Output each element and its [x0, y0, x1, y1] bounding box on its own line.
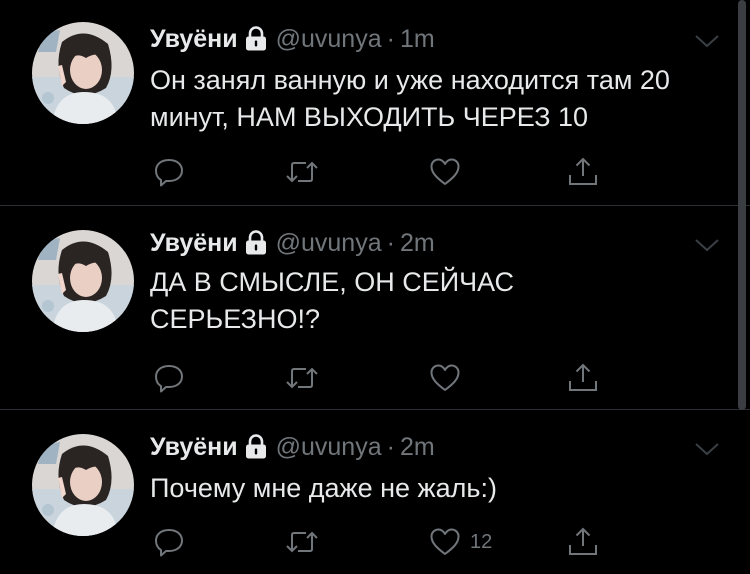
separator-dot: ·: [386, 24, 395, 53]
tweet-text: Он занял ванную и уже находится там 20 м…: [150, 65, 670, 132]
retweet-button[interactable]: [284, 525, 320, 559]
tweet-text: Почему мне даже не жаль:): [150, 473, 497, 503]
reply-icon: [155, 159, 183, 187]
separator-dot: ·: [386, 432, 395, 461]
reply-button[interactable]: [152, 361, 186, 395]
retweet-button[interactable]: [284, 361, 320, 395]
share-button[interactable]: [566, 155, 600, 189]
retweet-icon: [286, 531, 318, 553]
display-name[interactable]: Увуёни: [150, 25, 238, 54]
avatar-image: [32, 434, 134, 536]
display-name[interactable]: Увуёни: [150, 433, 238, 462]
tweet-header: Увуёни @uvunya · 2m: [150, 228, 435, 258]
display-name[interactable]: Увуёни: [150, 229, 238, 258]
tweet[interactable]: Увуёни @uvunya · 1m Он занял ванную и уж…: [0, 0, 750, 206]
chevron-down-icon[interactable]: [694, 441, 720, 457]
timestamp[interactable]: 2m: [400, 229, 435, 258]
retweet-button[interactable]: [284, 155, 320, 189]
share-icon: [569, 363, 597, 391]
tweet-header: Увуёни @uvunya · 1m: [150, 24, 435, 54]
reply-icon: [155, 365, 183, 393]
heart-icon: [430, 158, 460, 185]
like-button[interactable]: 12: [428, 525, 492, 559]
reply-button[interactable]: [152, 525, 186, 559]
heart-icon: [430, 364, 460, 391]
heart-icon: [430, 528, 460, 555]
chevron-down-icon[interactable]: [694, 33, 720, 49]
separator-dot: ·: [386, 228, 395, 257]
avatar-image: [32, 22, 134, 124]
like-button[interactable]: [428, 361, 470, 395]
share-button[interactable]: [566, 361, 600, 395]
share-icon: [569, 157, 597, 185]
share-icon: [569, 527, 597, 555]
tweet-text: ДА В СМЫСЛЕ, ОН СЕЙЧАС СЕРЬЕЗНО!?: [150, 267, 515, 334]
timeline-feed: Увуёни @uvunya · 1m Он занял ванную и уж…: [0, 0, 750, 574]
retweet-icon: [286, 161, 318, 183]
reply-icon: [155, 529, 183, 557]
tweet-actions: [150, 361, 610, 395]
tweet-actions: 12: [150, 525, 610, 559]
scrollbar[interactable]: [738, 0, 746, 410]
handle[interactable]: @uvunya: [276, 25, 382, 54]
avatar[interactable]: [32, 230, 134, 332]
share-button[interactable]: [566, 525, 600, 559]
handle[interactable]: @uvunya: [276, 433, 382, 462]
lock-icon: [245, 26, 266, 51]
tweet[interactable]: Увуёни @uvunya · 2m Почему мне даже не ж…: [0, 410, 750, 574]
tweet[interactable]: Увуёни @uvunya · 2m ДА В СМЫСЛЕ, ОН СЕЙЧ…: [0, 206, 750, 410]
timestamp[interactable]: 2m: [400, 433, 435, 462]
lock-icon: [245, 230, 266, 255]
like-count: 12: [470, 530, 493, 553]
avatar[interactable]: [32, 434, 134, 536]
avatar-image: [32, 230, 134, 332]
reply-button[interactable]: [152, 155, 186, 189]
handle[interactable]: @uvunya: [276, 229, 382, 258]
lock-icon: [245, 434, 266, 459]
timestamp[interactable]: 1m: [400, 25, 435, 54]
like-button[interactable]: [428, 155, 470, 189]
tweet-header: Увуёни @uvunya · 2m: [150, 432, 435, 462]
avatar[interactable]: [32, 22, 134, 124]
retweet-icon: [286, 367, 318, 389]
chevron-down-icon[interactable]: [694, 237, 720, 253]
tweet-actions: [150, 155, 610, 189]
